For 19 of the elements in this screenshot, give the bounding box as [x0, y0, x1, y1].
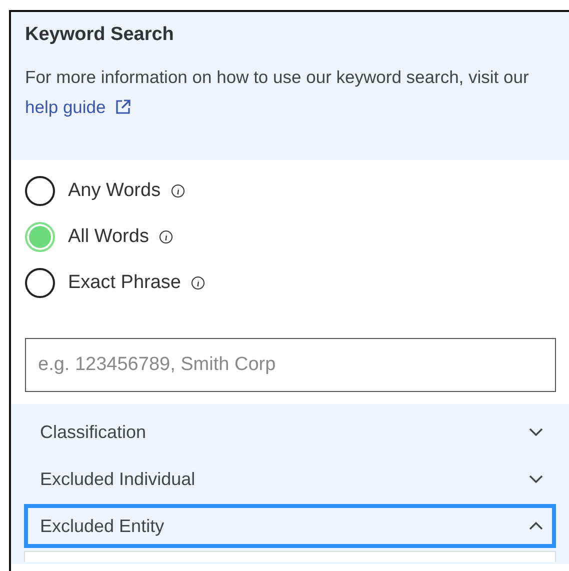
accordion-header[interactable]: Classification — [24, 410, 556, 454]
radio-label[interactable]: Any Words — [68, 180, 161, 202]
chevron-icon — [528, 520, 544, 532]
info-icon[interactable] — [170, 184, 185, 198]
chevron-icon — [528, 426, 544, 438]
search-field[interactable]: e.g. 123456789, Smith Corp — [25, 338, 556, 392]
radio-label[interactable]: Exact Phrase — [68, 272, 181, 294]
radio-label[interactable]: All Words — [68, 226, 149, 248]
chevron-icon — [528, 473, 544, 485]
external-link-icon[interactable] — [114, 99, 131, 115]
accordion-header[interactable]: Excluded Entity — [24, 504, 556, 548]
radio-button[interactable] — [25, 268, 55, 298]
section-title: Keyword Search — [25, 24, 175, 46]
accordion-header[interactable]: Excluded Individual — [24, 457, 556, 501]
radio-button[interactable] — [25, 176, 55, 206]
help-link[interactable]: help guide — [25, 97, 106, 117]
info-icon[interactable] — [191, 276, 205, 290]
description-text: For more information on how to use our keyword search, visit our help guide — [25, 66, 530, 119]
info-icon[interactable] — [158, 230, 173, 244]
